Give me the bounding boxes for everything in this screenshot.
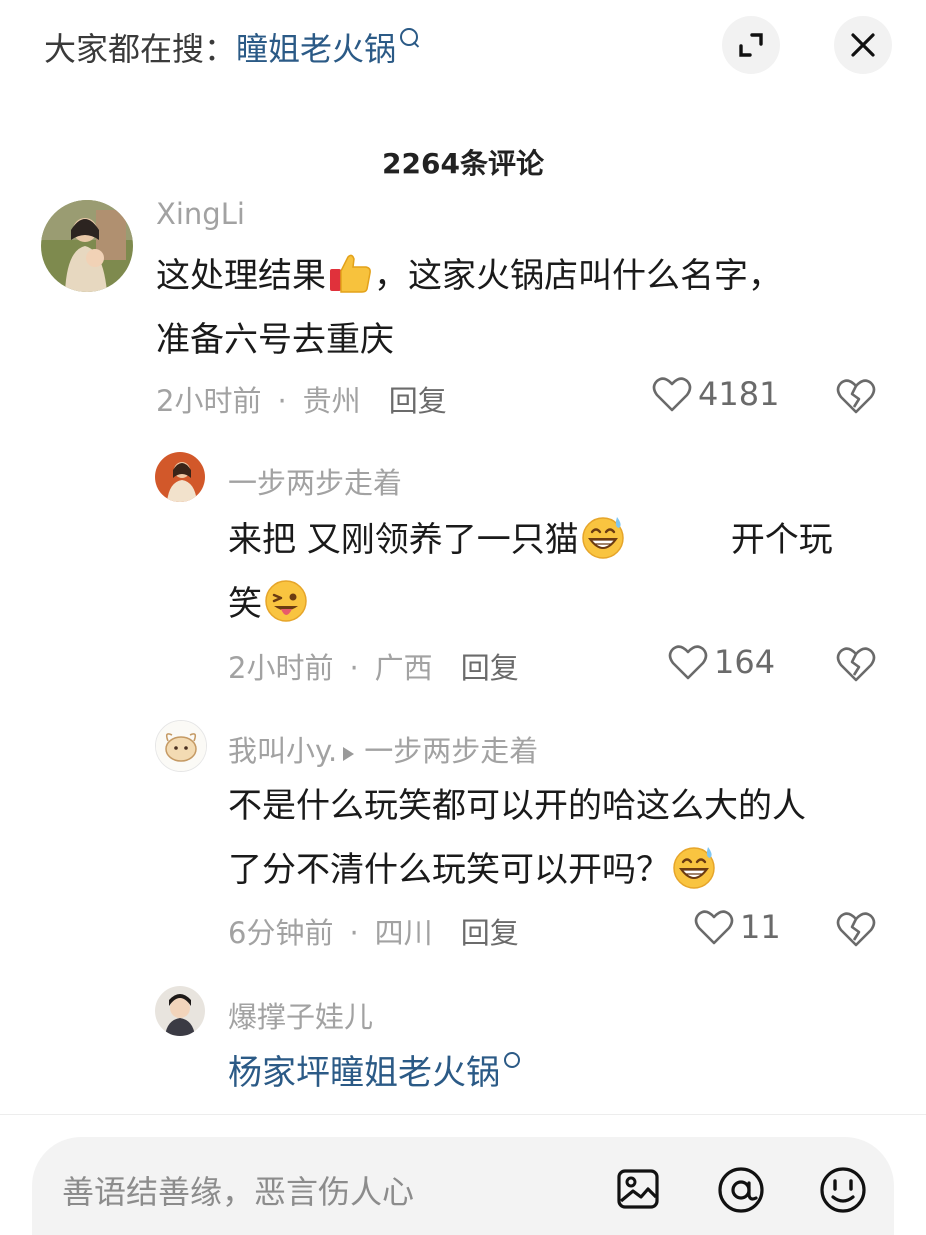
emoji-icon[interactable] (818, 1165, 868, 1215)
avatar[interactable] (155, 452, 205, 502)
username[interactable]: 我叫小y. 一步两步走着 (228, 728, 538, 770)
search-icon (400, 28, 419, 46)
comment-text-line1-after: 开个玩 (730, 520, 833, 560)
search-prefix: 大家都在搜： (44, 30, 237, 68)
username[interactable]: 一步两步走着 (228, 460, 402, 502)
comment-text-line1[interactable]: 杨家坪瞳姐老火锅 (228, 1053, 500, 1093)
search-term-link[interactable]: 瞳姐老火锅 (236, 30, 396, 68)
like-button[interactable]: 164 (668, 643, 775, 681)
broken-heart-icon[interactable] (836, 645, 876, 683)
comment-text-line1: 来把 又刚领养了一只猫 (228, 520, 579, 560)
search-icon (504, 1052, 520, 1068)
username[interactable]: XingLi (156, 197, 245, 231)
expand-icon (739, 33, 763, 57)
comment-text: 这处理结果 ，这家火锅店叫什么名字， 准备六号去重庆 (156, 244, 896, 372)
reply-arrow-icon (343, 747, 355, 761)
comment-text[interactable]: 杨家坪瞳姐老火锅 (228, 1041, 898, 1105)
comment-text-line2: 笑 (228, 584, 262, 624)
comment-meta: 6分钟前 · 四川 回复 (228, 916, 519, 950)
comment-text: 不是什么玩笑都可以开的哈这么大的人 了分不清什么玩笑可以开吗？ (228, 774, 898, 902)
broken-heart-icon[interactable] (836, 910, 876, 948)
comment-region: 四川 (374, 916, 433, 950)
comment-text-line1: 不是什么玩笑都可以开的哈这么大的人 (228, 786, 806, 826)
username[interactable]: 爆撑子娃儿 (228, 994, 373, 1036)
heart-icon (652, 377, 692, 412)
comment-text: 来把 又刚领养了一只猫 开个玩 笑 (228, 508, 898, 636)
comment-text-line2: 准备六号去重庆 (156, 320, 394, 360)
avatar[interactable] (41, 200, 133, 292)
comment-region: 广西 (374, 651, 433, 685)
wink-tongue-emoji-icon (265, 580, 307, 622)
close-icon (851, 33, 875, 57)
image-icon[interactable] (616, 1167, 660, 1211)
grin-sweat-emoji-icon (582, 517, 624, 559)
divider (0, 1114, 926, 1115)
thumbs-up-icon (330, 254, 371, 293)
comment-meta: 2小时前 · 广西 回复 (228, 651, 519, 685)
comment-text-line2: 了分不清什么玩笑可以开吗？ (228, 850, 670, 890)
broken-heart-icon[interactable] (836, 377, 876, 415)
comment-input-bar[interactable]: 善语结善缘，恶言伤人心 (32, 1137, 894, 1235)
search-suggestion[interactable]: 大家都在搜：瞳姐老火锅 (44, 24, 419, 70)
comment-count: 2264条评论 (382, 147, 544, 180)
at-icon[interactable] (716, 1165, 766, 1215)
avatar[interactable] (155, 986, 205, 1036)
comment-region: 贵州 (302, 384, 361, 418)
expand-button[interactable] (722, 16, 780, 74)
like-count: 164 (714, 643, 776, 681)
avatar[interactable] (155, 720, 207, 772)
comment-time: 2小时前 (156, 384, 262, 418)
username-text[interactable]: 我叫小y. (228, 734, 337, 768)
reply-button[interactable]: 回复 (389, 384, 447, 418)
comment-input[interactable]: 善语结善缘，恶言伤人心 (62, 1167, 414, 1213)
comment-text-line1: 这处理结果 (156, 256, 326, 296)
comment-text-line1-after: ，这家火锅店叫什么名字， (374, 256, 782, 296)
heart-icon (694, 910, 734, 945)
reply-to-user[interactable]: 一步两步走着 (364, 734, 538, 768)
grin-sweat-emoji-icon (673, 847, 715, 889)
comment-time: 2小时前 (228, 651, 334, 685)
reply-button[interactable]: 回复 (461, 651, 519, 685)
close-button[interactable] (834, 16, 892, 74)
like-count: 4181 (698, 375, 780, 413)
comment-meta: 2小时前 · 贵州 回复 (156, 384, 447, 418)
like-button[interactable]: 11 (694, 908, 781, 946)
like-count: 11 (740, 908, 781, 946)
reply-button[interactable]: 回复 (461, 916, 519, 950)
like-button[interactable]: 4181 (652, 375, 779, 413)
heart-icon (668, 645, 708, 680)
comment-time: 6分钟前 (228, 916, 334, 950)
